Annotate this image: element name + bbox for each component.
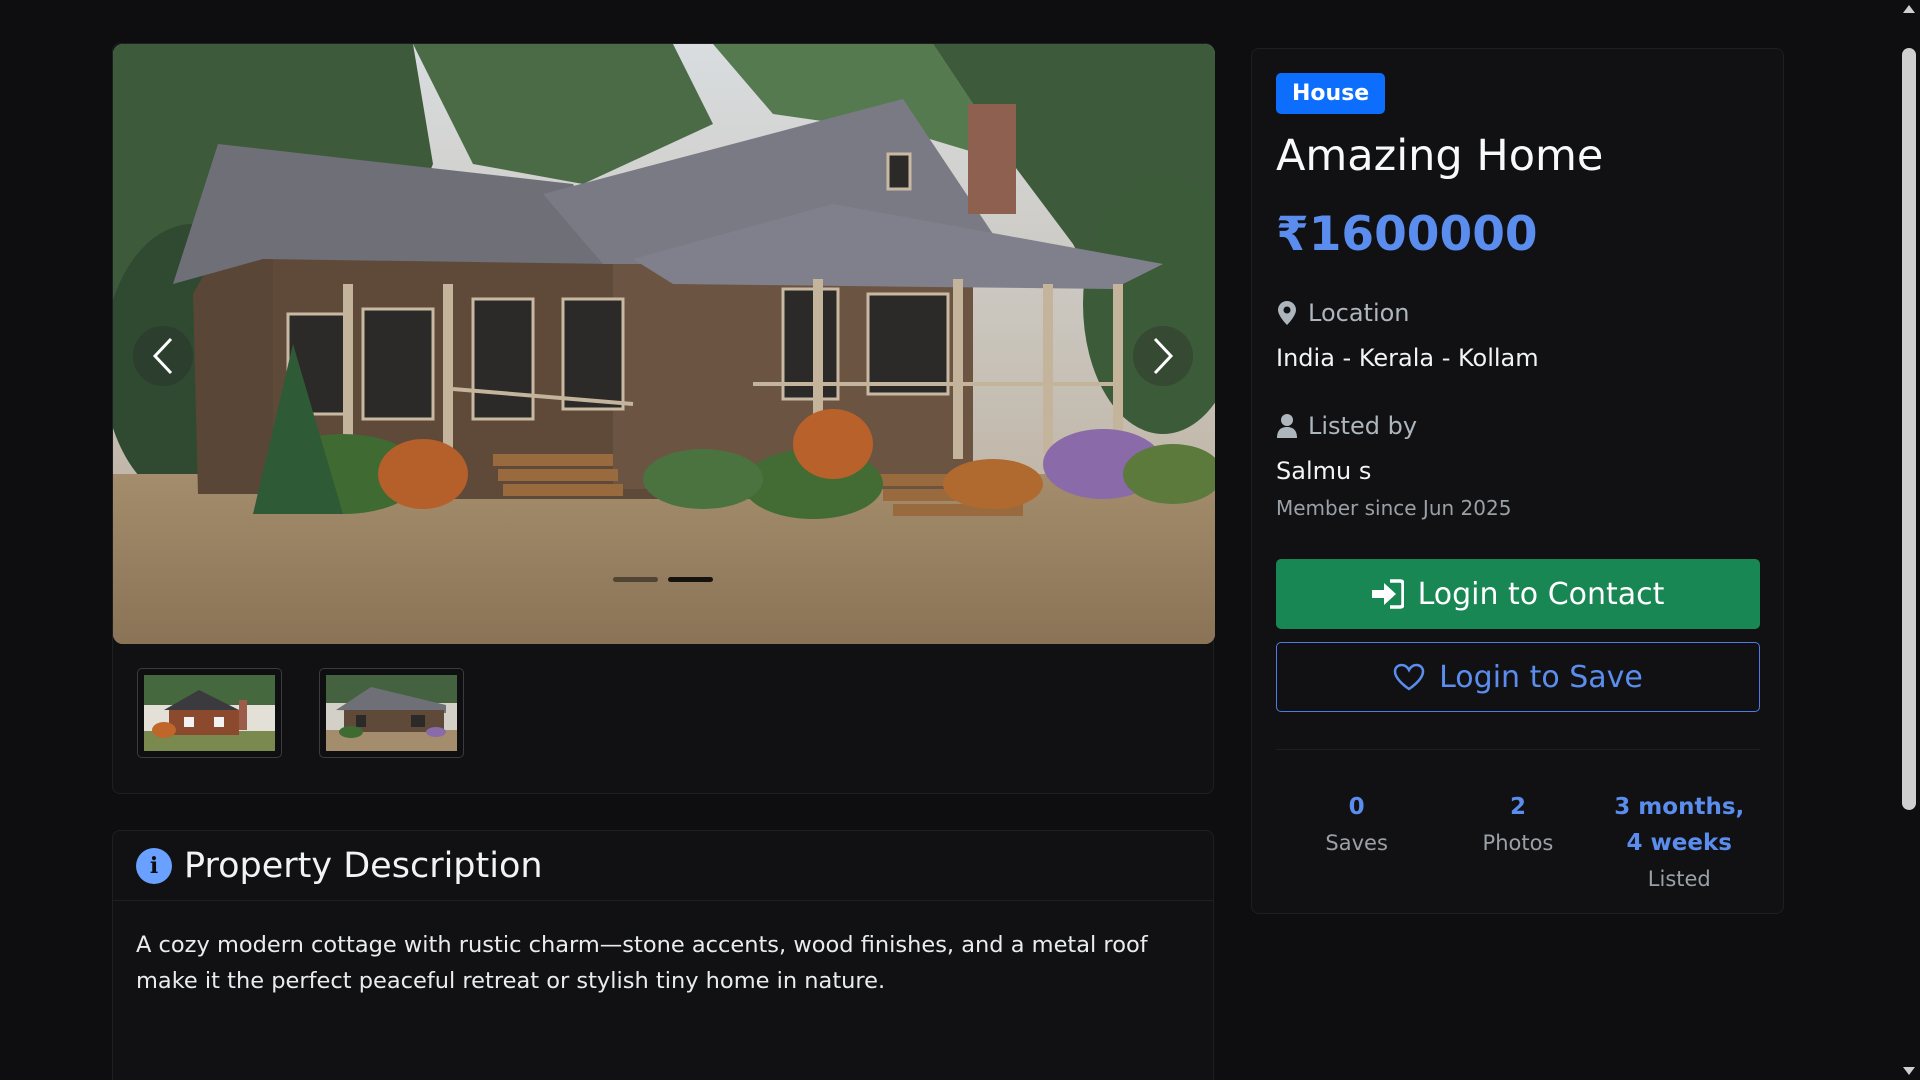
location-label-row: Location (1276, 299, 1410, 327)
sign-in-icon (1371, 579, 1404, 609)
chevron-right-icon (1153, 337, 1174, 375)
login-to-save-button[interactable]: Login to Save (1276, 642, 1760, 712)
heart-icon (1393, 663, 1425, 691)
property-summary-card: House Amazing Home ₹1600000 Location Ind… (1251, 48, 1784, 914)
photos-label: Photos (1482, 831, 1554, 855)
scroll-up-arrow-icon[interactable] (1903, 5, 1915, 13)
listed-by-label-row: Listed by (1276, 412, 1417, 440)
carousel-next-button[interactable] (1133, 326, 1193, 386)
listed-label: Listed (1647, 867, 1711, 891)
login-to-contact-button[interactable]: Login to Contact (1276, 559, 1760, 629)
member-since: Member since Jun 2025 (1276, 496, 1512, 520)
location-label: Location (1308, 299, 1410, 327)
carousel-indicators (613, 577, 713, 582)
scroll-down-arrow-icon[interactable] (1903, 1067, 1915, 1075)
location-value: India - Kerala - Kollam (1276, 344, 1539, 372)
description-text: A cozy modern cottage with rustic charm—… (136, 932, 1148, 994)
divider (1276, 749, 1760, 750)
gallery-card (112, 43, 1215, 794)
info-circle-icon: i (136, 847, 172, 884)
property-photo (113, 44, 1215, 644)
carousel-prev-button[interactable] (133, 326, 193, 386)
carousel-indicator-active[interactable] (668, 577, 713, 582)
thumbnail-strip (137, 668, 464, 758)
photos-count: 2 (1509, 794, 1526, 820)
description-header: i Property Description (113, 831, 1213, 901)
saves-count: 0 (1348, 794, 1365, 820)
carousel-indicator[interactable] (613, 577, 658, 582)
property-title: Amazing Home (1276, 131, 1604, 181)
map-pin-icon (1276, 300, 1298, 326)
description-title: Property Description (184, 845, 543, 886)
property-detail-page: i Property Description A cozy modern cot… (112, 43, 1784, 1080)
stat-listed: 3 months, 4 weeks Listed (1599, 789, 1760, 897)
login-to-save-label: Login to Save (1439, 659, 1643, 695)
stat-saves: 0 Saves (1276, 789, 1437, 897)
thumbnail-active[interactable] (319, 668, 464, 758)
listed-duration-line2: 4 weeks (1626, 830, 1732, 856)
listed-by-label: Listed by (1308, 412, 1418, 440)
listed-duration-line1: 3 months, (1614, 794, 1745, 820)
login-to-contact-label: Login to Contact (1417, 576, 1665, 612)
user-icon (1276, 413, 1298, 439)
owner-name: Salmu s (1276, 457, 1372, 485)
property-type-badge: House (1276, 73, 1386, 114)
description-card: i Property Description A cozy modern cot… (112, 830, 1214, 1080)
scrollbar-thumb[interactable] (1902, 48, 1916, 810)
saves-label: Saves (1325, 831, 1388, 855)
thumbnail[interactable] (137, 668, 282, 758)
stat-photos: 2 Photos (1437, 789, 1598, 897)
listing-stats: 0 Saves 2 Photos 3 months, 4 weeks Liste… (1276, 789, 1760, 897)
vertical-scrollbar[interactable] (1898, 0, 1920, 1080)
property-price: ₹1600000 (1276, 207, 1538, 262)
chevron-left-icon (152, 337, 173, 375)
